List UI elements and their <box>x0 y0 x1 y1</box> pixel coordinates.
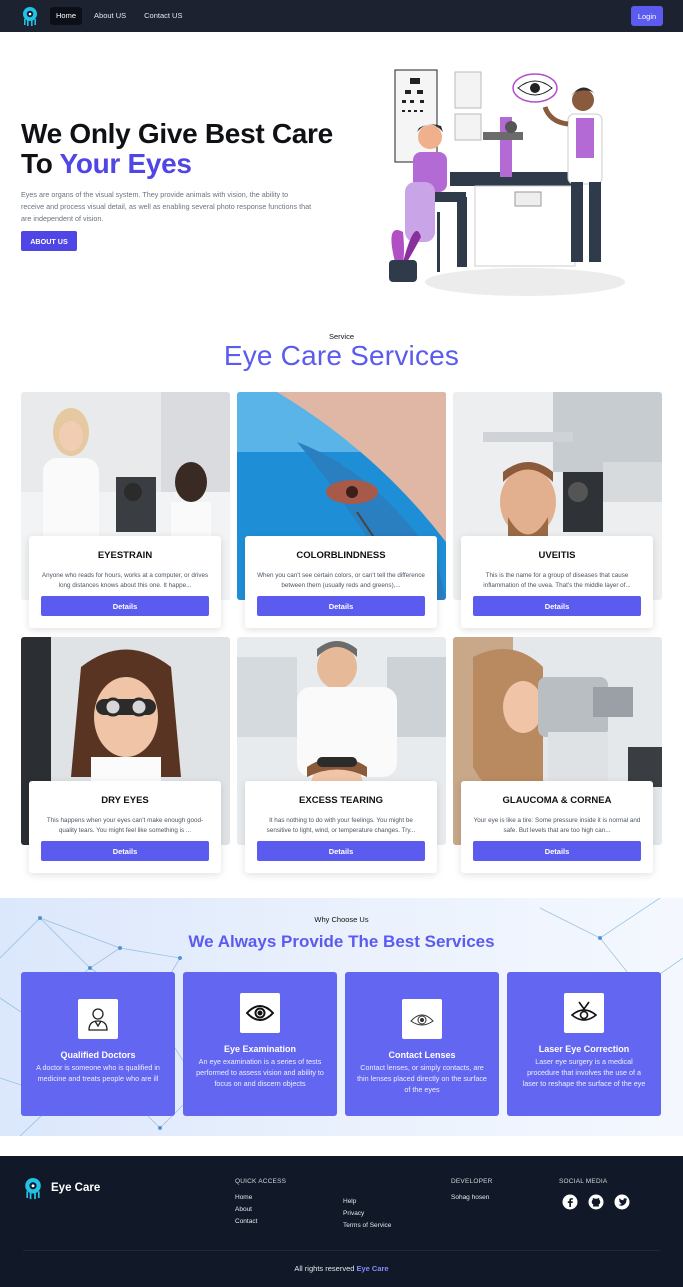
feature-description: Contact lenses, or simply contacts, are … <box>357 1063 487 1094</box>
service-card-excess-tearing: EXCESS TEARING It has nothing to do with… <box>237 637 446 873</box>
copyright: All rights reserved Eye Care <box>0 1264 683 1273</box>
about-us-button[interactable]: ABOUT US <box>21 231 77 251</box>
feature-card-contact-lenses: Contact Lenses Contact lenses, or simply… <box>345 972 499 1116</box>
eye-care-logo-icon[interactable] <box>21 6 39 26</box>
footer-link-help[interactable]: Help <box>343 1198 356 1205</box>
service-card-title: GLAUCOMA & CORNEA <box>502 795 612 806</box>
feature-card-laser-eye-correction: Laser Eye Correction Laser eye surgery i… <box>507 972 661 1116</box>
details-button[interactable]: Details <box>41 596 209 616</box>
github-icon[interactable] <box>588 1194 604 1210</box>
footer: Eye Care QUICK ACCESS Home About Contact… <box>0 1156 683 1287</box>
hero-description: Eyes are organs of the visual system. Th… <box>21 190 312 223</box>
service-card-description: When you can't see certain colors, or ca… <box>257 572 425 589</box>
feature-title: Eye Examination <box>223 1044 297 1054</box>
feature-title: Qualified Doctors <box>60 1050 136 1060</box>
feature-card-eye-examination: Eye Examination An eye examination is a … <box>183 972 337 1116</box>
login-button[interactable]: Login <box>631 6 663 26</box>
footer-link-terms[interactable]: Terms of Service <box>343 1222 391 1229</box>
footer-brand: Eye Care <box>51 1182 101 1194</box>
feature-description: An eye examination is a series of tests … <box>196 1057 324 1088</box>
feature-title: Laser Eye Correction <box>538 1044 630 1054</box>
footer-link-privacy[interactable]: Privacy <box>343 1210 364 1217</box>
social-media-heading: SOCIAL MEDIA <box>559 1178 608 1185</box>
doctor-icon <box>78 999 118 1039</box>
hero-title-line1: We Only Give Best Care <box>21 118 333 149</box>
services-title: Eye Care Services <box>223 340 460 371</box>
facebook-icon[interactable] <box>562 1194 578 1210</box>
hero-title-accent: Your Eyes <box>59 148 192 179</box>
service-card-description: Your eye is like a tire: Some pressure i… <box>473 817 641 834</box>
nav-link-home[interactable]: Home <box>50 7 83 25</box>
service-card-description: Anyone who reads for hours, works at a c… <box>41 572 209 589</box>
footer-link-home[interactable]: Home <box>235 1194 252 1201</box>
hero-title-line2: To Your Eyes <box>21 149 333 179</box>
service-card-eyestrain: EYESTRAIN Anyone who reads for hours, wo… <box>21 392 230 628</box>
service-card-description: It has nothing to do with your feelings.… <box>266 817 416 834</box>
details-button[interactable]: Details <box>257 841 425 861</box>
nav-link-about[interactable]: About US <box>88 7 132 25</box>
developer-name[interactable]: Sohag hosen <box>451 1194 489 1201</box>
developer-heading: DEVELOPER <box>451 1178 493 1185</box>
service-card-glaucoma: GLAUCOMA & CORNEA Your eye is like a tir… <box>453 637 662 873</box>
feature-description: A doctor is someone who is qualified in … <box>36 1063 160 1083</box>
footer-divider <box>23 1250 660 1251</box>
service-card-title: EXCESS TEARING <box>299 795 383 806</box>
eye-care-logo-icon[interactable] <box>23 1176 43 1200</box>
service-card-title: COLORBLINDNESS <box>296 550 386 561</box>
details-button[interactable]: Details <box>257 596 425 616</box>
footer-link-about[interactable]: About <box>235 1206 252 1213</box>
details-button[interactable]: Details <box>473 596 641 616</box>
why-eyebrow: Why Choose Us <box>314 915 369 924</box>
service-card-body: COLORBLINDNESS When you can't see certai… <box>245 536 437 628</box>
eye-doctor-illustration <box>389 69 625 296</box>
twitter-icon[interactable] <box>614 1194 630 1210</box>
nav-link-contact[interactable]: Contact US <box>138 7 188 25</box>
eye-icon <box>240 993 280 1033</box>
details-button[interactable]: Details <box>473 841 641 861</box>
service-card-uveitis: UVEITIS This is the name for a group of … <box>453 392 662 628</box>
feature-card-qualified-doctors: Qualified Doctors A doctor is someone wh… <box>21 972 175 1116</box>
hero-title: We Only Give Best Care To Your Eyes <box>21 119 333 179</box>
navbar: Home About US Contact US Login <box>0 0 683 32</box>
footer-link-contact[interactable]: Contact <box>235 1218 257 1225</box>
service-card-body: DRY EYES This happens when your eyes can… <box>29 781 221 873</box>
copyright-brand-link[interactable]: Eye Care <box>357 1264 389 1273</box>
contact-lens-icon <box>402 999 442 1039</box>
service-card-title: DRY EYES <box>101 795 149 806</box>
quick-access-heading: QUICK ACCESS <box>235 1178 287 1185</box>
service-card-body: EXCESS TEARING It has nothing to do with… <box>245 781 437 873</box>
feature-title: Contact Lenses <box>388 1050 456 1060</box>
service-card-body: UVEITIS This is the name for a group of … <box>461 536 653 628</box>
hero-title-to: To <box>21 148 60 179</box>
service-card-title: EYESTRAIN <box>97 550 153 561</box>
details-button[interactable]: Details <box>41 841 209 861</box>
why-title: We Always Provide The Best Services <box>188 932 495 951</box>
service-card-title: UVEITIS <box>538 550 576 561</box>
copyright-text: All rights reserved <box>294 1264 357 1273</box>
service-card-description: This happens when your eyes can't make e… <box>46 817 204 834</box>
service-card-colorblindness: COLORBLINDNESS When you can't see certai… <box>237 392 446 628</box>
service-card-description: This is the name for a group of diseases… <box>483 572 631 589</box>
nav-links: Home About US Contact US <box>50 7 188 25</box>
service-card-body: GLAUCOMA & CORNEA Your eye is like a tir… <box>461 781 653 873</box>
service-card-dry-eyes: DRY EYES This happens when your eyes can… <box>21 637 230 873</box>
laser-eye-icon <box>564 993 604 1033</box>
feature-description: Laser eye surgery is a medical procedure… <box>522 1057 646 1088</box>
service-card-body: EYESTRAIN Anyone who reads for hours, wo… <box>29 536 221 628</box>
